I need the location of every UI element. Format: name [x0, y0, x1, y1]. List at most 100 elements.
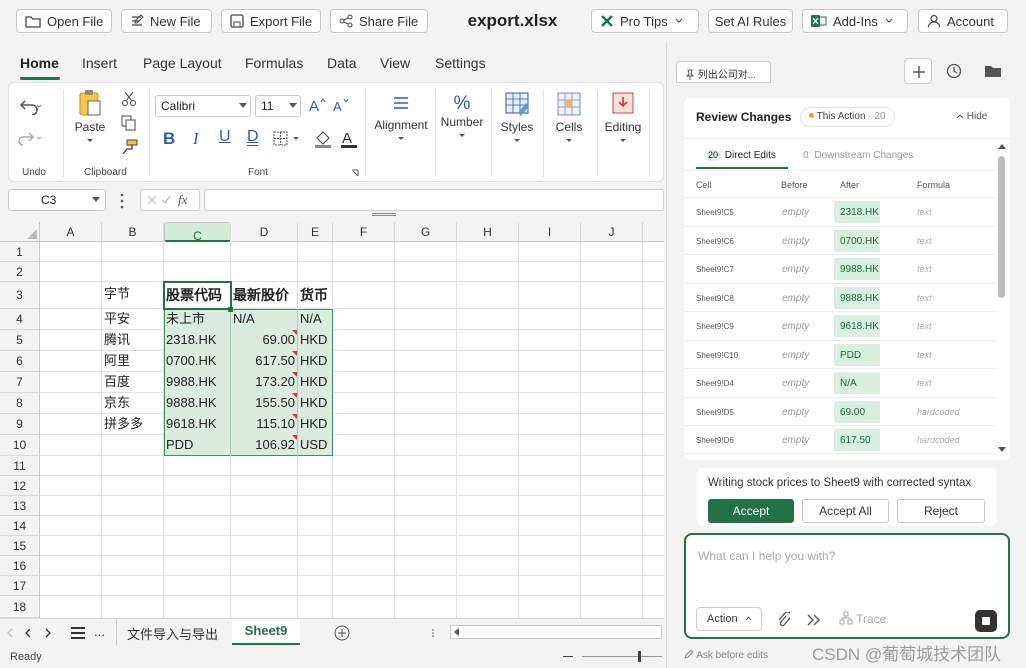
confirm-icon[interactable] — [161, 195, 171, 205]
cell-C3[interactable]: 股票代码 — [164, 282, 224, 309]
dialog-launcher-icon[interactable] — [351, 169, 359, 177]
zoom-slider-thumb[interactable] — [638, 651, 641, 662]
cell-E3[interactable]: 货币 — [298, 282, 330, 309]
row-header[interactable]: 9 — [0, 414, 40, 435]
undo-icon[interactable] — [17, 97, 43, 115]
column-header[interactable]: B — [102, 222, 164, 242]
new-chat-button[interactable] — [904, 58, 932, 84]
scroll-up-icon[interactable] — [997, 142, 1007, 150]
tab-insert[interactable]: Insert — [82, 55, 117, 71]
cell-C7[interactable]: 9988.HK — [164, 372, 219, 392]
cell-D3[interactable]: 最新股价 — [231, 282, 291, 309]
cell-D4[interactable]: N/A — [231, 309, 257, 329]
cell-D8[interactable]: 155.50 — [231, 393, 297, 413]
row-header[interactable]: 5 — [0, 330, 40, 351]
table-row[interactable]: Sheet9!D4 empty N/A text — [684, 369, 996, 398]
row-header[interactable]: 12 — [0, 476, 40, 496]
double-underline-icon[interactable]: D — [247, 128, 259, 146]
sheet-tab-1[interactable]: 文件导入与导出 — [127, 624, 218, 643]
cell-E4[interactable]: N/A — [298, 309, 324, 329]
scroll-left-icon[interactable] — [453, 628, 461, 636]
cell-C8[interactable]: 9888.HK — [164, 393, 219, 413]
reject-button[interactable]: Reject — [897, 499, 985, 523]
number-button[interactable]: % Number — [437, 93, 487, 143]
tab-downstream-changes[interactable]: 0 Downstream Changes — [800, 150, 913, 161]
account-button[interactable]: Account — [918, 9, 1008, 33]
row-header[interactable]: 11 — [0, 456, 40, 476]
copy-icon[interactable] — [121, 115, 137, 131]
column-header[interactable]: A — [40, 222, 102, 242]
table-row[interactable]: Sheet9!D5 empty 69.00 hardcoded — [684, 398, 996, 426]
column-header-selected[interactable]: C — [164, 222, 231, 243]
cell-E6[interactable]: HKD — [298, 351, 329, 371]
fill-color-icon[interactable] — [313, 129, 333, 149]
cell-D5[interactable]: 69.00 — [231, 330, 297, 350]
row-header[interactable]: 7 — [0, 372, 40, 393]
folder-button[interactable] — [978, 58, 1008, 84]
zoom-out-icon[interactable] — [563, 656, 573, 657]
cell-E10[interactable]: USD — [298, 435, 329, 455]
cell-B5[interactable]: 腾讯 — [102, 330, 132, 350]
accept-button[interactable]: Accept — [708, 499, 794, 523]
cell-E9[interactable]: HKD — [298, 414, 329, 434]
table-row[interactable]: Sheet9!C9 empty 9618.HK text — [684, 312, 996, 341]
row-header[interactable]: 2 — [0, 262, 40, 282]
column-header[interactable]: H — [457, 222, 519, 242]
new-file-button[interactable]: New File — [121, 9, 212, 33]
row-header[interactable]: 16 — [0, 556, 40, 576]
sheet-tab-active[interactable]: Sheet9 — [232, 619, 300, 645]
cell-C6[interactable]: 0700.HK — [164, 351, 219, 371]
cell-C5[interactable]: 2318.HK — [164, 330, 219, 350]
paste-button[interactable]: Paste — [73, 89, 107, 148]
cell-B9[interactable]: 拼多多 — [102, 414, 145, 434]
column-header[interactable]: F — [333, 222, 395, 242]
select-all-corner[interactable] — [0, 222, 40, 242]
horizontal-scrollbar[interactable] — [450, 625, 662, 639]
vertical-scrollbar-thumb[interactable] — [998, 156, 1005, 298]
zoom-slider[interactable] — [582, 656, 662, 657]
name-box[interactable]: C3 — [8, 189, 106, 211]
trace-button[interactable]: Trace — [839, 611, 886, 626]
italic-icon[interactable]: I — [193, 129, 199, 149]
cancel-icon[interactable] — [147, 195, 157, 205]
table-row[interactable]: Sheet9!C5 empty 2318.HK text — [684, 198, 996, 227]
decrease-font-icon[interactable]: A — [333, 97, 351, 113]
cell-B6[interactable]: 阿里 — [102, 351, 132, 371]
prev-sheet-icon[interactable] — [24, 628, 32, 638]
cell-E5[interactable]: HKD — [298, 330, 329, 350]
share-file-button[interactable]: Share File — [330, 9, 428, 33]
row-header[interactable]: 15 — [0, 536, 40, 556]
tab-view[interactable]: View — [380, 55, 410, 71]
column-header[interactable]: E — [298, 222, 333, 242]
scrollbar-thumb[interactable] — [465, 627, 585, 637]
cells-button[interactable]: Cells — [549, 91, 589, 148]
cell-D10[interactable]: 106.92 — [231, 435, 297, 455]
tab-settings[interactable]: Settings — [435, 55, 486, 71]
row-header[interactable]: 3 — [0, 282, 40, 309]
redo-icon[interactable] — [17, 129, 43, 147]
styles-button[interactable]: Styles — [497, 91, 537, 148]
stop-button[interactable] — [975, 610, 997, 632]
table-row[interactable]: Sheet9!C7 empty 9988.HK text — [684, 255, 996, 284]
resize-handle[interactable] — [372, 213, 396, 216]
cell-C10[interactable]: PDD — [164, 435, 195, 455]
cell-B4[interactable]: 平安 — [102, 309, 132, 329]
alignment-button[interactable]: Alignment — [369, 93, 433, 146]
table-row[interactable]: Sheet9!D6 empty 617.50 hardcoded — [684, 426, 996, 454]
row-header[interactable]: 10 — [0, 435, 40, 456]
sheet-list-icon[interactable] — [70, 626, 86, 640]
cell-D9[interactable]: 115.10 — [231, 414, 297, 434]
formula-input[interactable] — [204, 189, 664, 211]
chat-session-tab[interactable]: 列出公司对... — [676, 61, 771, 83]
table-row[interactable]: Sheet9!C10 empty PDD text — [684, 341, 996, 369]
tab-formulas[interactable]: Formulas — [245, 55, 303, 71]
underline-icon[interactable]: U — [219, 128, 231, 146]
cell-C9[interactable]: 9618.HK — [164, 414, 219, 434]
tab-direct-edits[interactable]: 20 Direct Edits — [704, 149, 776, 161]
row-header[interactable]: 6 — [0, 351, 40, 372]
cell-B3[interactable]: 字节 — [102, 282, 132, 309]
borders-icon[interactable] — [273, 131, 301, 147]
row-header[interactable]: 14 — [0, 516, 40, 536]
cut-icon[interactable] — [121, 91, 137, 107]
history-button[interactable] — [940, 58, 970, 84]
